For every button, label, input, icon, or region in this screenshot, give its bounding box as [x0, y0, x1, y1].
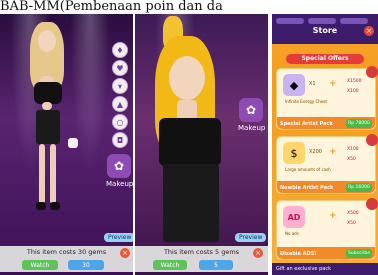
makeup-button[interactable]: ✿ [107, 154, 131, 178]
close-icon[interactable]: × [364, 26, 374, 36]
chest-icon: ◆ [283, 74, 305, 96]
dress-icon[interactable]: ♦ [112, 42, 128, 58]
dressup-screen-2: ✿ Makeup Preview This item costs 5 gems … [135, 14, 268, 275]
makeup-button[interactable]: ✿ [239, 98, 263, 122]
offer-name: Newbie Artist Pack [280, 185, 334, 191]
sale-tag [366, 198, 378, 210]
footer-text: Gift an exclusive pack [276, 266, 331, 272]
close-icon[interactable]: × [253, 248, 263, 258]
caption-text: BAB-MM(Pembenaan poin dan da [0, 0, 223, 14]
energy-counter [276, 18, 304, 24]
store-title: Store [312, 26, 338, 35]
shirt-icon[interactable]: ▾ [112, 78, 128, 94]
makeup-icon: ✿ [113, 159, 125, 173]
boot-icon[interactable]: ▲ [112, 96, 128, 112]
store-header: Store × [272, 14, 378, 44]
purchase-bar: This item costs 5 gems Watch 5 × [135, 246, 268, 272]
cost-text: This item costs 30 gems [26, 248, 107, 256]
offer-name: Disable ADS! [280, 251, 317, 257]
sale-tag [366, 134, 378, 146]
subscribe-button[interactable]: Subscribe [346, 249, 372, 258]
price-button[interactable]: Rp 78000 [346, 119, 372, 128]
price-button[interactable]: Rp 16000 [346, 183, 372, 192]
store-screen: Store × Special Offers ◆ X1 Infinite Ene… [272, 14, 378, 275]
offer-card-noads[interactable]: AD No ads + X500 X50 Disable ADS! Subscr… [276, 198, 378, 260]
purchase-bar: This item costs 30 gems Watch 30 × [0, 246, 133, 272]
watch-ad-button[interactable]: Watch [22, 260, 58, 270]
ads-icon: AD [283, 206, 305, 228]
special-offers-banner: Special Offers [286, 54, 364, 64]
buy-gems-button[interactable]: 5 [199, 260, 233, 270]
cash-icon: $ [283, 142, 305, 164]
sale-tag [366, 66, 378, 78]
heart-icon[interactable]: ♥ [112, 60, 128, 76]
store-footer: Gift an exclusive pack [272, 263, 378, 275]
makeup-label: Makeup [238, 124, 266, 132]
makeup-label: Makeup [106, 180, 133, 188]
offer-name: Special Artist Pack [280, 121, 333, 127]
dressup-screen-1: ♦ ♥ ▾ ▲ ○ ◘ ✿ Makeup Preview This item c… [0, 14, 133, 275]
buy-gems-button[interactable]: 30 [68, 260, 104, 270]
bag-icon[interactable]: ◘ [112, 132, 128, 148]
gem-counter [308, 18, 336, 24]
preview-button[interactable]: Preview [104, 233, 133, 242]
close-icon[interactable]: × [120, 248, 130, 258]
preview-button[interactable]: Preview [235, 233, 267, 242]
watch-ad-button[interactable]: Watch [153, 260, 187, 270]
offer-card-special[interactable]: ◆ X1 Infinite Energy Chest + X1500 X100 … [276, 66, 378, 130]
necklace-icon[interactable]: ○ [112, 114, 128, 130]
spotlight [70, 14, 110, 174]
offer-card-newbie[interactable]: $ X200 Large amounts of cash + X100 X50 … [276, 134, 378, 194]
coin-counter [340, 18, 368, 24]
cost-text: This item costs 5 gems [163, 248, 240, 256]
